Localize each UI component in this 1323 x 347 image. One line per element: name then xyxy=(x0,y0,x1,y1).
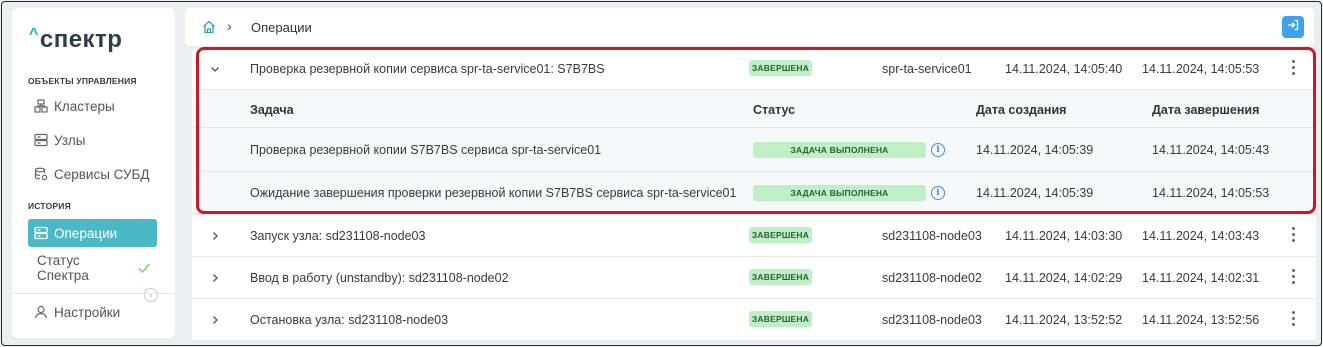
column-header-finished: Дата завершения xyxy=(1152,103,1260,117)
info-icon[interactable]: i xyxy=(931,186,945,200)
operations-icon xyxy=(34,226,48,240)
subtable-row: Проверка резервной копии S7B7BS сервиса … xyxy=(192,128,1316,172)
status-badge: ЗАВЕРШЕНА xyxy=(749,311,812,327)
sidebar-item-nodes[interactable]: Узлы xyxy=(28,126,157,154)
column-header-task: Задача xyxy=(250,103,294,117)
task-status-badge: ЗАДАЧА ВЫПОЛНЕНА xyxy=(753,142,926,158)
sidebar-item-spectr-status[interactable]: Статус Спектра xyxy=(28,253,157,283)
created-date: 14.11.2024, 14:05:40 xyxy=(1005,62,1123,76)
cluster-icon xyxy=(34,99,48,113)
sidebar-item-dbms-services[interactable]: Сервисы СУБД xyxy=(28,160,157,188)
finished-date: 14.11.2024, 14:02:31 xyxy=(1142,271,1260,285)
chevron-right-icon[interactable] xyxy=(209,313,221,331)
task-status-badge: ЗАДАЧА ВЫПОЛНЕНА xyxy=(753,185,926,201)
sidebar-item-label: Статус Спектра xyxy=(37,253,89,283)
chevron-right-icon[interactable] xyxy=(209,271,221,289)
sidebar-item-clusters[interactable]: Кластеры xyxy=(28,92,157,120)
subtable-header: Задача Статус Дата создания Дата заверше… xyxy=(192,90,1316,128)
subtable-row: Ожидание завершения проверки резервной к… xyxy=(192,172,1316,214)
status-badge: ЗАВЕРШЕНА xyxy=(749,227,812,243)
sidebar-item-label: Сервисы СУБД xyxy=(54,166,150,182)
logout-button[interactable] xyxy=(1282,16,1304,38)
sidebar-item-label: Кластеры xyxy=(54,98,115,114)
column-header-status: Статус xyxy=(753,103,796,117)
more-icon[interactable] xyxy=(1292,269,1296,287)
table-row[interactable]: Запуск узла: sd231108-node03 ЗАВЕРШЕНА s… xyxy=(192,215,1316,257)
finished-date: 14.11.2024, 14:05:53 xyxy=(1152,186,1270,200)
table-row[interactable]: Ввод в работу (unstandby): sd231108-node… xyxy=(192,257,1316,299)
sidebar-item-operations[interactable]: Операции xyxy=(28,219,157,247)
finished-date: 14.11.2024, 14:05:43 xyxy=(1152,143,1270,157)
operation-name: Ввод в работу (unstandby): sd231108-node… xyxy=(250,271,509,285)
operation-target: spr-ta-service01 xyxy=(882,62,972,76)
top-bar: › Операции xyxy=(185,8,1314,46)
operation-target: sd231108-node03 xyxy=(882,313,982,327)
created-date: 14.11.2024, 14:05:39 xyxy=(976,143,1094,157)
more-icon[interactable] xyxy=(1292,311,1296,329)
operation-name: Проверка резервной копии сервиса spr-ta-… xyxy=(250,62,605,76)
created-date: 14.11.2024, 13:52:52 xyxy=(1005,313,1123,327)
sidebar: ^спектр ОБЪЕКТЫ УПРАВЛЕНИЯ Кластеры Узлы… xyxy=(12,8,175,338)
more-icon[interactable] xyxy=(1292,227,1296,245)
logout-icon xyxy=(1287,18,1299,36)
home-icon[interactable] xyxy=(202,20,216,39)
operation-name: Запуск узла: sd231108-node03 xyxy=(250,229,426,243)
operation-target: sd231108-node02 xyxy=(882,271,982,285)
section-title-history: ИСТОРИЯ xyxy=(28,201,71,211)
status-badge: ЗАВЕРШЕНА xyxy=(749,269,812,285)
table-row[interactable]: Остановка узла: sd231108-node03 ЗАВЕРШЕН… xyxy=(192,299,1316,341)
app-window: ^спектр ОБЪЕКТЫ УПРАВЛЕНИЯ Кластеры Узлы… xyxy=(1,1,1322,346)
column-header-created: Дата создания xyxy=(976,103,1067,117)
created-date: 14.11.2024, 14:02:29 xyxy=(1005,271,1123,285)
created-date: 14.11.2024, 14:05:39 xyxy=(976,186,1094,200)
more-icon[interactable] xyxy=(1292,60,1296,78)
operation-name: Остановка узла: sd231108-node03 xyxy=(250,313,449,327)
created-date: 14.11.2024, 14:03:30 xyxy=(1005,229,1123,243)
breadcrumb-separator: › xyxy=(227,18,232,34)
sidebar-item-settings[interactable]: Настройки xyxy=(28,298,157,326)
chevron-down-icon[interactable] xyxy=(209,62,221,80)
finished-date: 14.11.2024, 14:03:43 xyxy=(1142,229,1260,243)
sidebar-item-label: Настройки xyxy=(54,304,121,320)
info-icon[interactable]: i xyxy=(931,143,945,157)
breadcrumb: Операции xyxy=(251,20,312,35)
finished-date: 14.11.2024, 13:52:56 xyxy=(1142,313,1260,327)
sidebar-item-label: Узлы xyxy=(54,132,86,148)
status-badge: ЗАВЕРШЕНА xyxy=(749,60,812,76)
table-row[interactable]: Проверка резервной копии сервиса spr-ta-… xyxy=(192,48,1316,90)
operation-target: sd231108-node03 xyxy=(882,229,982,243)
database-icon xyxy=(34,167,48,181)
logo[interactable]: ^спектр xyxy=(29,26,122,54)
section-title-objects: ОБЪЕКТЫ УПРАВЛЕНИЯ xyxy=(28,76,137,86)
check-icon xyxy=(137,261,151,275)
task-name: Ожидание завершения проверки резервной к… xyxy=(250,186,737,200)
divider xyxy=(12,293,175,294)
task-name: Проверка резервной копии S7B7BS сервиса … xyxy=(250,143,602,157)
chevron-right-icon[interactable] xyxy=(209,229,221,247)
sidebar-item-label: Операции xyxy=(54,225,118,241)
server-icon xyxy=(34,133,48,147)
user-icon xyxy=(34,305,48,319)
finished-date: 14.11.2024, 14:05:53 xyxy=(1142,62,1260,76)
